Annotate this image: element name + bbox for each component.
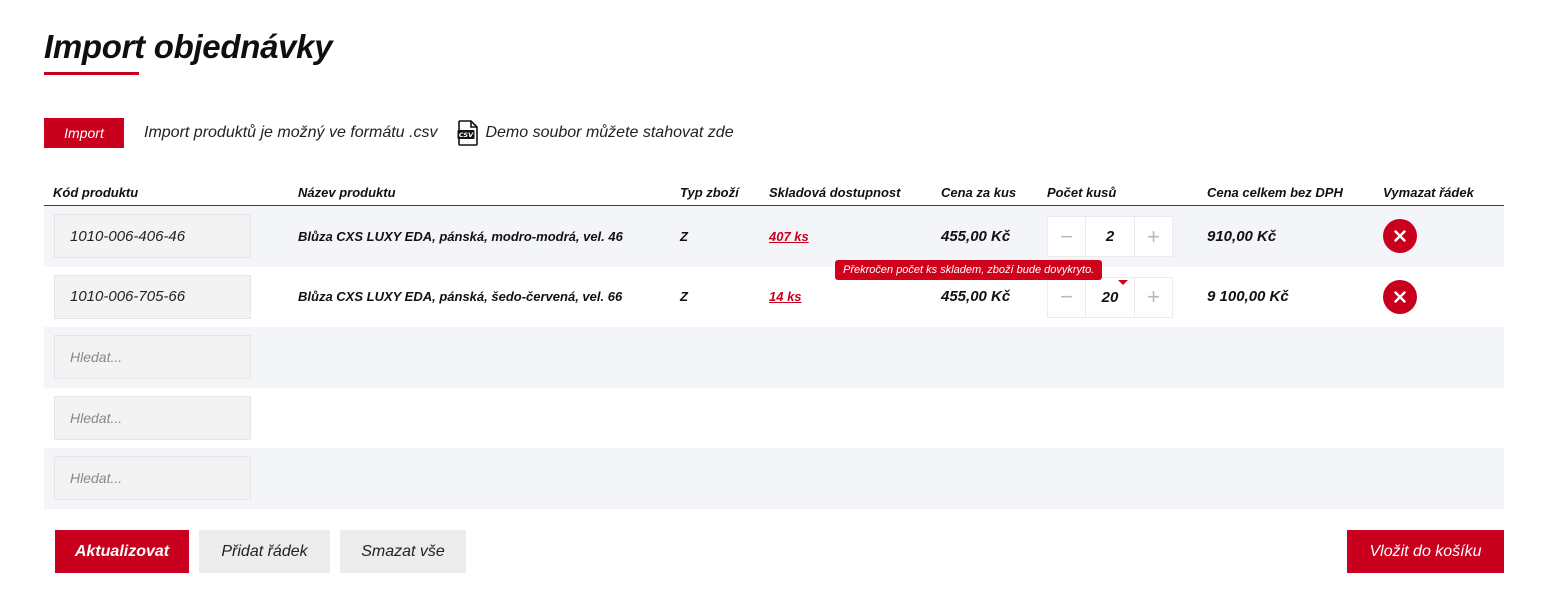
table-header: Kód produktu Název produktu Typ zboží Sk… (44, 176, 1504, 206)
title-underline (44, 72, 139, 75)
product-search-input[interactable]: Hledat... (54, 456, 251, 500)
table-row: Hledat... (44, 448, 1504, 509)
table-row: 1010-006-406-46 Blůza CXS LUXY EDA, páns… (44, 206, 1504, 267)
header-stock: Skladová dostupnost (769, 185, 901, 200)
demo-file-link[interactable]: CSV Demo soubor můžete stahovat zde (457, 120, 734, 146)
update-button[interactable]: Aktualizovat (55, 530, 189, 573)
delete-row-button[interactable] (1383, 219, 1417, 253)
header-total: Cena celkem bez DPH (1207, 185, 1343, 200)
stock-availability-link[interactable]: 407 ks (769, 229, 809, 244)
clear-all-button[interactable]: Smazat vše (340, 530, 466, 573)
product-type: Z (680, 228, 688, 244)
add-to-cart-button[interactable]: Vložit do košíku (1347, 530, 1504, 573)
header-code: Kód produktu (53, 185, 139, 200)
import-note: Import produktů je možný ve formátu .csv (144, 124, 438, 141)
header-qty: Počet kusů (1047, 185, 1117, 200)
import-bar: Import Import produktů je možný ve formá… (44, 118, 734, 148)
product-code-input[interactable]: 1010-006-705-66 (54, 274, 251, 319)
table-actions: Aktualizovat Přidat řádek Smazat vše (55, 530, 466, 573)
product-search-input[interactable]: Hledat... (54, 395, 251, 440)
header-type: Typ zboží (680, 185, 739, 200)
row-total: 910,00 Kč (1207, 227, 1277, 245)
csv-file-icon: CSV (457, 120, 479, 146)
qty-minus-button[interactable]: − (1048, 278, 1085, 317)
delete-row-button[interactable] (1383, 279, 1417, 314)
header-name: Název produktu (298, 185, 396, 200)
stock-warning-tooltip: Překročen počet ks skladem, zboží bude d… (835, 259, 1129, 285)
table-row: Hledat... (44, 327, 1504, 388)
add-row-button[interactable]: Přidat řádek (199, 530, 330, 573)
row-total: 9 100,00 Kč (1207, 288, 1289, 306)
quantity-stepper: − 20 + (1047, 276, 1173, 318)
order-import-table: Kód produktu Název produktu Typ zboží Sk… (44, 176, 1504, 509)
page-title: Import objednávky (44, 28, 333, 65)
qty-plus-button[interactable]: + (1135, 278, 1172, 317)
product-name: Blůza CXS LUXY EDA, pánská, šedo-červená… (298, 289, 623, 305)
import-button[interactable]: Import (44, 118, 124, 148)
product-type: Z (680, 289, 688, 305)
qty-minus-button[interactable]: − (1048, 217, 1085, 256)
unit-price: 455,00 Kč (941, 227, 1011, 245)
demo-link-text: Demo soubor můžete stahovat zde (485, 124, 734, 141)
svg-text:CSV: CSV (459, 131, 474, 139)
close-icon (1394, 290, 1406, 303)
header-price: Cena za kus (941, 185, 1017, 200)
qty-plus-button[interactable]: + (1135, 217, 1172, 256)
table-row: Hledat... (44, 388, 1504, 449)
header-delete: Vymazat řádek (1383, 185, 1474, 200)
product-code-input[interactable]: 1010-006-406-46 (54, 214, 251, 258)
table-row: Překročen počet ks skladem, zboží bude d… (44, 259, 1504, 328)
quantity-stepper: − 2 + (1047, 216, 1173, 257)
product-search-input[interactable]: Hledat... (54, 335, 251, 379)
close-icon (1394, 230, 1406, 242)
stock-availability-link[interactable]: 14 ks (769, 289, 802, 304)
qty-value[interactable]: 2 (1085, 217, 1135, 256)
product-name: Blůza CXS LUXY EDA, pánská, modro-modrá,… (298, 228, 623, 244)
